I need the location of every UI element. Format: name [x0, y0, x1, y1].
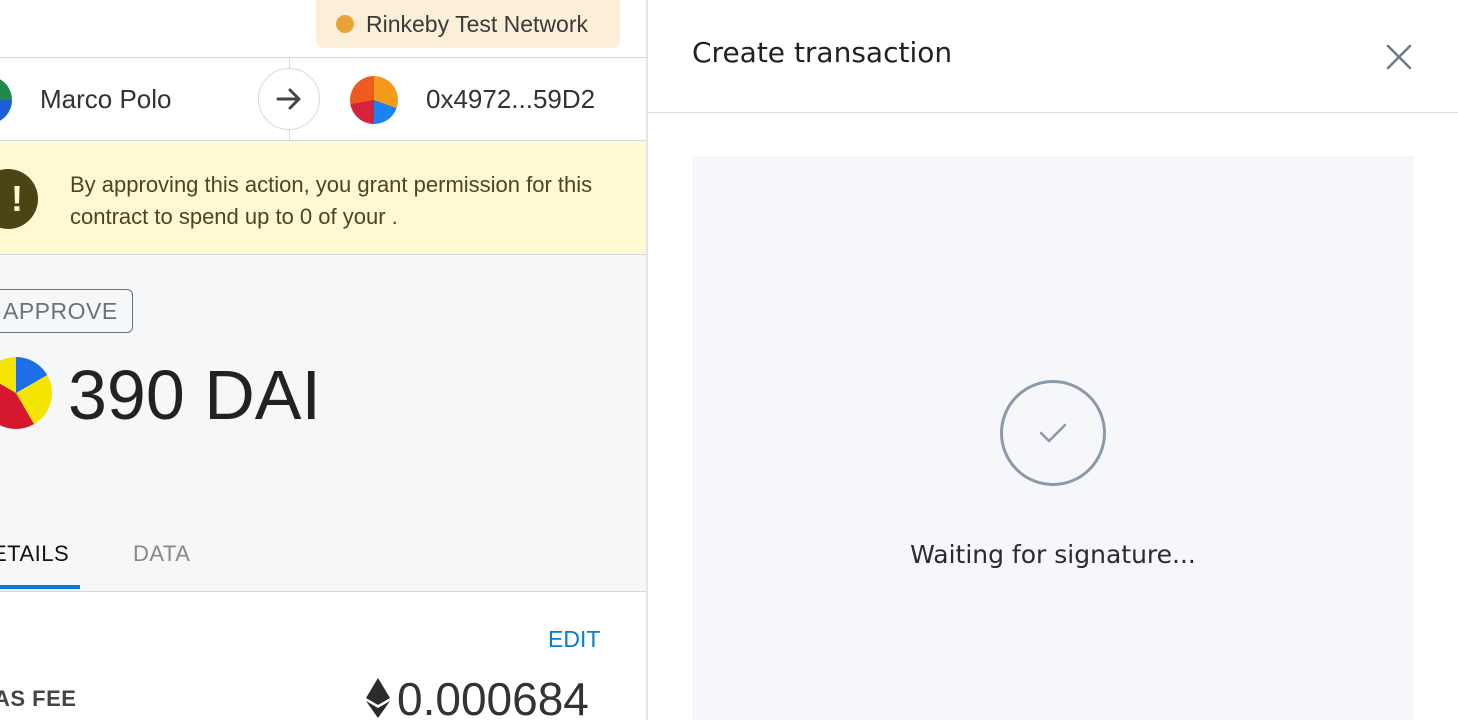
gas-fee-value: 0.000684	[397, 673, 589, 720]
sender-avatar	[0, 76, 12, 124]
edit-gas-link[interactable]: EDIT	[548, 626, 600, 653]
close-icon[interactable]	[1380, 38, 1418, 76]
wallet-confirmation-panel: Rinkeby Test Network Marco Polo 0x4972..…	[0, 0, 646, 720]
transaction-summary: APPROVE 390 DAI ETAILS DATA	[0, 255, 646, 591]
panel-title: Create transaction	[692, 36, 953, 69]
signature-status-card: Waiting for signature...	[692, 156, 1414, 720]
gas-fee-label: AS FEE	[0, 686, 77, 711]
ethereum-icon	[366, 678, 390, 720]
checkmark-circle-icon	[1000, 380, 1106, 486]
details-section: EDIT AS FEE 0.000684	[0, 591, 646, 720]
action-tag: APPROVE	[0, 289, 133, 333]
tab-details[interactable]: ETAILS	[0, 541, 69, 567]
arrow-right-icon	[258, 68, 320, 130]
header-divider	[648, 112, 1458, 113]
token-icon	[0, 357, 52, 429]
token-amount: 390 DAI	[68, 356, 321, 434]
create-transaction-panel: Create transaction Waiting for signature…	[648, 0, 1458, 720]
active-tab-indicator	[0, 585, 80, 589]
recipient-avatar	[350, 76, 398, 124]
sender-recipient-bar: Marco Polo 0x4972...59D2	[0, 57, 646, 141]
approval-warning: ! By approving this action, you grant pe…	[0, 141, 646, 255]
warning-text: By approving this action, you grant perm…	[70, 172, 593, 229]
waiting-status-text: Waiting for signature...	[910, 540, 1196, 569]
sender-name: Marco Polo	[40, 84, 172, 114]
tab-data[interactable]: DATA	[133, 541, 190, 567]
network-label: Rinkeby Test Network	[366, 10, 588, 37]
exclamation-icon: !	[0, 169, 38, 229]
recipient-address[interactable]: 0x4972...59D2	[426, 84, 595, 115]
network-status-dot	[336, 15, 354, 33]
network-badge[interactable]: Rinkeby Test Network	[316, 0, 620, 48]
